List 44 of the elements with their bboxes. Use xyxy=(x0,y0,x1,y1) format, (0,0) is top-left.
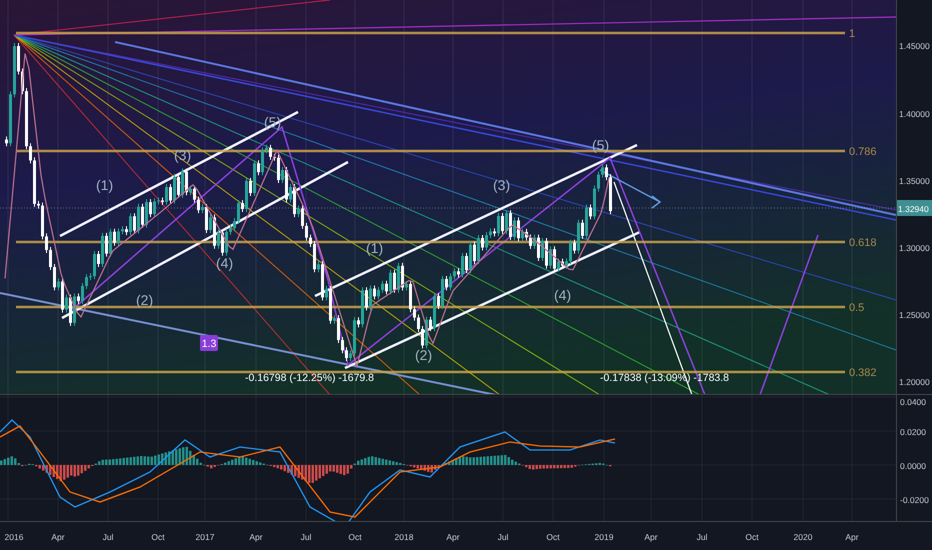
time-tick-label: Oct xyxy=(151,532,165,542)
time-tick-label: Jul xyxy=(498,532,508,542)
time-tick-label: 2016 xyxy=(4,532,24,542)
price-tick-label: 1.40000 xyxy=(899,109,930,119)
time-tick-label: Oct xyxy=(348,532,362,542)
price-tick-label: 1.20000 xyxy=(899,377,930,387)
time-tick-label: 2017 xyxy=(196,532,214,542)
fib-level-label: 0.382 xyxy=(849,367,877,379)
fib-level-label: 0.786 xyxy=(849,146,877,158)
time-tick-label: Apr xyxy=(51,532,65,542)
time-tick-label: Oct xyxy=(745,532,759,542)
level-badge: 1.3 xyxy=(200,335,218,351)
macd-tick-label: 0.0000 xyxy=(900,461,926,471)
time-tick-label: Jul xyxy=(300,532,312,542)
wave-label: (1) xyxy=(366,240,384,256)
price-tick-label: 1.25000 xyxy=(899,310,930,320)
wave-label: (2) xyxy=(136,292,154,308)
time-tick-label: 2019 xyxy=(594,532,614,542)
time-tick-label: 2020 xyxy=(794,532,812,542)
fib-level-label: 0.618 xyxy=(849,237,877,249)
macd-tick-label: -0.0200 xyxy=(900,495,929,505)
wave-label: (4) xyxy=(554,287,572,303)
fib-level-label: 0.5 xyxy=(849,302,864,314)
current-price-badge: 1.32940 xyxy=(896,200,932,216)
wave-label: (4) xyxy=(216,255,234,271)
fib-level-label: 1 xyxy=(849,28,856,40)
price-tick-label: 1.45000 xyxy=(899,41,930,51)
time-tick-label: 2018 xyxy=(394,532,414,542)
time-tick-label: Apr xyxy=(446,532,460,542)
time-tick-label: Jul xyxy=(102,532,114,542)
price-tick-label: 1.30000 xyxy=(899,243,930,253)
wave-label: (1) xyxy=(96,177,114,193)
wave-label: (5) xyxy=(592,137,610,153)
time-tick-label: Apr xyxy=(644,532,658,542)
wave-label: (3) xyxy=(174,147,192,163)
wave-label: (3) xyxy=(493,177,510,193)
macd-tick-label: 0.0200 xyxy=(900,427,926,437)
time-tick-label: Apr xyxy=(249,532,263,542)
time-tick-label: Apr xyxy=(845,532,859,542)
macd-tick-label: 0.0400 xyxy=(900,397,926,407)
time-tick-label: Oct xyxy=(546,532,560,542)
price-tick-label: 1.35000 xyxy=(899,176,930,186)
time-tick-label: Jul xyxy=(696,532,708,542)
wave-label: (2) xyxy=(415,347,432,363)
